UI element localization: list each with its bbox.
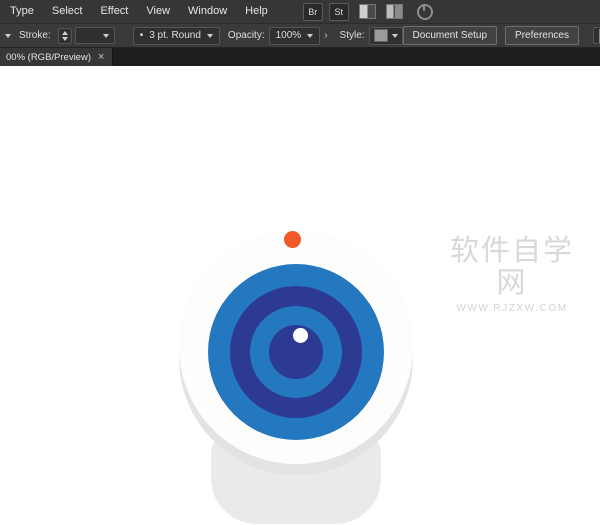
lens-highlight-dot[interactable] xyxy=(293,328,308,343)
swatch-icon xyxy=(374,29,388,42)
menu-effect[interactable]: Effect xyxy=(91,0,137,23)
indicator-led-dot[interactable] xyxy=(284,231,301,248)
webcam-body-shape[interactable] xyxy=(179,230,413,464)
opacity-value: 100% xyxy=(276,30,302,41)
opacity-label: Opacity: xyxy=(228,30,265,41)
chevron-down-icon xyxy=(103,34,109,38)
stroke-weight-dropdown[interactable] xyxy=(75,27,115,44)
lens-indigo-ring-shape[interactable] xyxy=(230,286,362,418)
panel-split-icon[interactable] xyxy=(359,4,376,19)
style-label: Style: xyxy=(340,30,365,41)
panel-columns-icon[interactable] xyxy=(386,4,403,19)
menu-window[interactable]: Window xyxy=(179,0,236,23)
stroke-label: Stroke: xyxy=(19,30,51,41)
chevron-down-icon xyxy=(207,34,213,38)
lens-core-shape[interactable] xyxy=(269,325,323,379)
spinner-up-icon[interactable] xyxy=(62,31,68,35)
menu-help[interactable]: Help xyxy=(236,0,277,23)
document-tab-label: 00% (RGB/Preview) xyxy=(6,52,91,63)
watermark: 软件自学网 WWW.RJZXW.COM xyxy=(436,236,588,314)
document-tab[interactable]: 00% (RGB/Preview) × xyxy=(0,48,113,66)
flyout-arrow-icon[interactable]: › xyxy=(324,30,327,41)
menu-bar: Type Select Effect View Window Help Br S… xyxy=(0,0,600,24)
brush-value: 3 pt. Round xyxy=(149,30,201,41)
spinner-down-icon[interactable] xyxy=(62,37,68,41)
menu-view[interactable]: View xyxy=(137,0,179,23)
brush-bullet: • xyxy=(140,30,144,41)
lens-blue-ring-shape[interactable] xyxy=(250,306,342,398)
watermark-title: 软件自学网 xyxy=(436,236,588,300)
document-tab-bar: 00% (RGB/Preview) × xyxy=(0,48,600,66)
opacity-dropdown[interactable]: 100% xyxy=(269,27,321,45)
preferences-button[interactable]: Preferences xyxy=(505,26,579,45)
menu-type[interactable]: Type xyxy=(8,0,43,23)
chevron-down-icon[interactable] xyxy=(5,34,11,38)
arrange-documents-dropdown[interactable] xyxy=(593,27,600,44)
stroke-panel-button[interactable]: St xyxy=(329,3,349,21)
watermark-url: WWW.RJZXW.COM xyxy=(436,303,588,314)
close-icon[interactable]: × xyxy=(98,52,104,63)
document-setup-button[interactable]: Document Setup xyxy=(403,26,498,45)
stroke-weight-stepper[interactable] xyxy=(58,28,72,44)
style-dropdown[interactable] xyxy=(369,27,403,45)
chevron-down-icon xyxy=(392,34,398,38)
brushes-panel-button[interactable]: Br xyxy=(303,3,323,21)
lens-outer-ring-shape[interactable] xyxy=(208,264,384,440)
chevron-down-icon xyxy=(307,34,313,38)
power-icon[interactable] xyxy=(417,4,433,20)
artboard-canvas[interactable]: 软件自学网 WWW.RJZXW.COM xyxy=(0,66,600,494)
control-bar: Stroke: • 3 pt. Round Opacity: 100% › St… xyxy=(0,24,600,48)
webcam-illustration xyxy=(179,230,413,525)
menu-select[interactable]: Select xyxy=(43,0,92,23)
brush-definition-dropdown[interactable]: • 3 pt. Round xyxy=(133,27,220,45)
